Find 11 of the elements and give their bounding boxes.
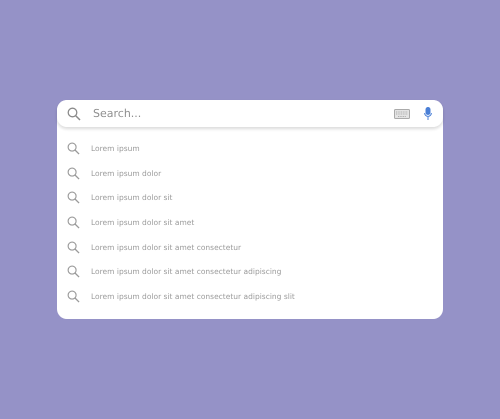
search-icon [67,265,80,278]
search-icon [67,191,80,204]
search-icon [67,166,80,180]
search-icon [67,216,80,229]
search-icon [67,290,80,303]
search-icon [67,142,80,155]
search-field[interactable]: Search... [89,107,386,120]
microphone-icon[interactable] [424,107,432,120]
search-icon [67,240,80,254]
search-icon [67,106,81,120]
keyboard-icon[interactable] [394,108,410,118]
